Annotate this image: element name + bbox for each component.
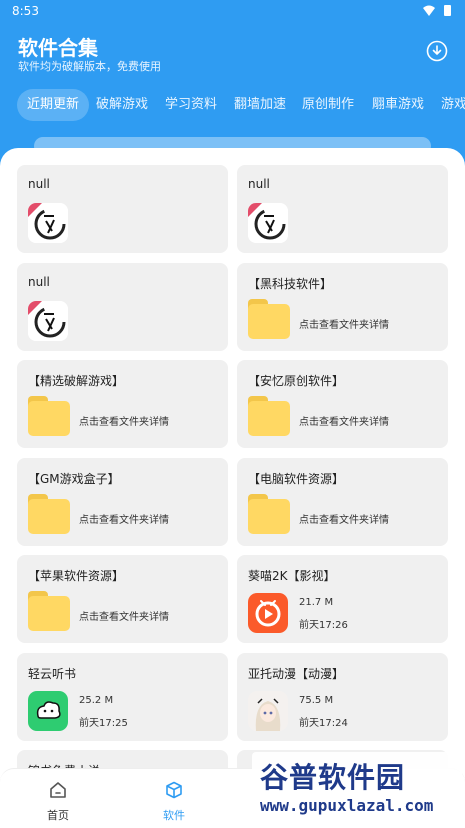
item-title: 【黑科技软件】 — [248, 277, 333, 291]
tab-recent[interactable]: 近期更新 — [17, 89, 90, 121]
item-title: 【电脑软件资源】 — [248, 472, 345, 486]
tab-vpn-accel[interactable]: 翻墙加速 — [234, 89, 286, 121]
item-info: 点击查看文件夹详情 — [299, 320, 389, 331]
watermark-title: 谷普软件园 — [260, 761, 406, 794]
category-tabs: 近期更新 破解游戏 学习资料 翻墙加速 原创制作 翢車游戏 游戏 — [0, 88, 465, 122]
brand-logo-icon — [248, 203, 288, 243]
page-subtitle: 软件均为破解版本，免费使用 — [18, 60, 161, 73]
tab-cracked-games[interactable]: 破解游戏 — [96, 89, 148, 121]
folder-icon — [28, 591, 70, 631]
brand-logo-icon — [28, 301, 68, 341]
nav-home[interactable]: 首页 — [18, 769, 98, 828]
folder-icon — [28, 396, 70, 436]
tab-games[interactable]: 游戏 — [441, 89, 465, 121]
list-item[interactable]: null — [17, 263, 228, 351]
item-time: 前天17:26 — [299, 620, 348, 631]
item-size: 21.7 M — [299, 597, 334, 608]
tab-original[interactable]: 原创制作 — [302, 89, 354, 121]
download-circle-icon[interactable] — [426, 40, 448, 62]
list-item[interactable]: 葵喵2K【影视】 21.7 M 前天17:26 — [237, 555, 448, 643]
status-bar: 8:53 — [0, 0, 465, 22]
list-item[interactable]: 【苹果软件资源】 点击查看文件夹详情 — [17, 555, 228, 643]
status-time: 8:53 — [12, 4, 39, 18]
brand-logo-icon — [28, 203, 68, 243]
list-item[interactable]: 【GM游戏盒子】 点击查看文件夹详情 — [17, 458, 228, 546]
page-title: 软件合集 — [18, 36, 98, 60]
content-panel: null null null 【黑科技软件】 点击查看文件夹详情 【精选破解游戏… — [0, 148, 465, 828]
list-item[interactable]: null — [237, 165, 448, 253]
item-size: 25.2 M — [79, 695, 114, 706]
folder-icon — [28, 494, 70, 534]
item-time: 前天17:25 — [79, 718, 128, 729]
folder-icon — [248, 299, 290, 339]
audiobook-app-icon — [28, 691, 68, 731]
tab-car-games[interactable]: 翢車游戏 — [372, 89, 424, 121]
battery-icon — [444, 5, 451, 16]
nav-home-label: 首页 — [47, 809, 69, 822]
list-item[interactable]: 亚托动漫【动漫】 75.5 M 前天17:24 — [237, 653, 448, 741]
item-time: 前天17:24 — [299, 718, 348, 729]
item-title: 【安忆原创软件】 — [248, 374, 345, 388]
item-size: 75.5 M — [299, 695, 334, 706]
tab-study-materials[interactable]: 学习资料 — [165, 89, 217, 121]
folder-icon — [248, 396, 290, 436]
list-item[interactable]: 【电脑软件资源】 点击查看文件夹详情 — [237, 458, 448, 546]
item-info: 点击查看文件夹详情 — [79, 417, 169, 428]
home-icon — [50, 782, 66, 798]
list-item[interactable]: 【黑科技软件】 点击查看文件夹详情 — [237, 263, 448, 351]
list-item[interactable]: 轻云听书 25.2 M 前天17:25 — [17, 653, 228, 741]
list-item[interactable]: null — [17, 165, 228, 253]
item-title: 葵喵2K【影视】 — [248, 569, 336, 583]
watermark-url: www.gupuxlazal.com — [260, 796, 434, 815]
item-info: 点击查看文件夹详情 — [79, 612, 169, 623]
item-title: 【GM游戏盒子】 — [28, 472, 120, 486]
watermark: 谷普软件园 www.gupuxlazal.com — [252, 752, 462, 826]
item-info: 点击查看文件夹详情 — [299, 515, 389, 526]
item-title: 轻云听书 — [28, 667, 77, 681]
list-item[interactable]: 【安忆原创软件】 点击查看文件夹详情 — [237, 360, 448, 448]
item-title: null — [248, 177, 270, 191]
nav-software[interactable]: 软件 — [134, 769, 214, 828]
wifi-icon — [423, 5, 435, 16]
nav-software-label: 软件 — [163, 809, 185, 822]
item-title: null — [28, 275, 50, 289]
cube-icon — [166, 781, 182, 799]
item-title: 【苹果软件资源】 — [28, 569, 125, 583]
list-item[interactable]: 【精选破解游戏】 点击查看文件夹详情 — [17, 360, 228, 448]
item-info: 点击查看文件夹详情 — [299, 417, 389, 428]
item-info: 点击查看文件夹详情 — [79, 515, 169, 526]
video-app-icon — [248, 593, 288, 633]
folder-icon — [248, 494, 290, 534]
item-title: 【精选破解游戏】 — [28, 374, 125, 388]
item-title: null — [28, 177, 50, 191]
anime-app-icon — [248, 691, 288, 731]
item-title: 亚托动漫【动漫】 — [248, 667, 345, 681]
